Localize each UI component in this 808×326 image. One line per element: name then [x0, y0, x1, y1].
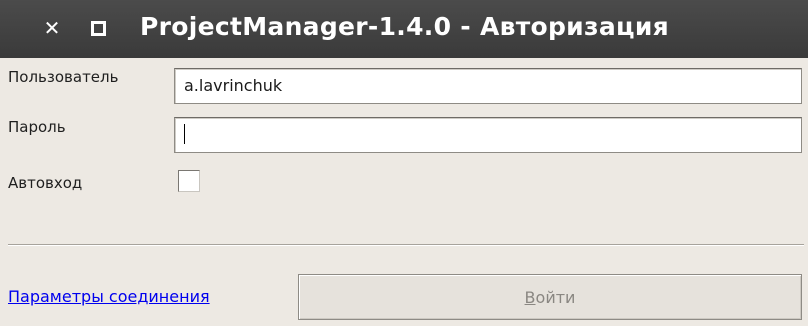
login-button-mnemonic: В	[524, 287, 536, 307]
close-icon[interactable]: ✕	[38, 14, 66, 42]
login-button-label: ойти	[535, 287, 576, 307]
login-button[interactable]: Войти	[298, 274, 802, 320]
autologin-label: Автовход	[8, 174, 83, 192]
connection-settings-link[interactable]: Параметры соединения	[8, 287, 210, 306]
user-field[interactable]: a.lavrinchuk	[174, 68, 802, 104]
password-label: Пароль	[8, 118, 66, 136]
title-bar: ✕ ProjectManager-1.4.0 - Авторизация	[0, 0, 808, 58]
password-field[interactable]	[174, 117, 802, 153]
user-label: Пользователь	[8, 68, 119, 86]
text-caret	[184, 124, 185, 144]
maximize-icon[interactable]	[84, 14, 112, 42]
separator	[8, 244, 804, 246]
autologin-checkbox[interactable]	[178, 170, 200, 192]
maximize-square	[90, 20, 106, 36]
window-title: ProjectManager-1.4.0 - Авторизация	[140, 12, 669, 41]
